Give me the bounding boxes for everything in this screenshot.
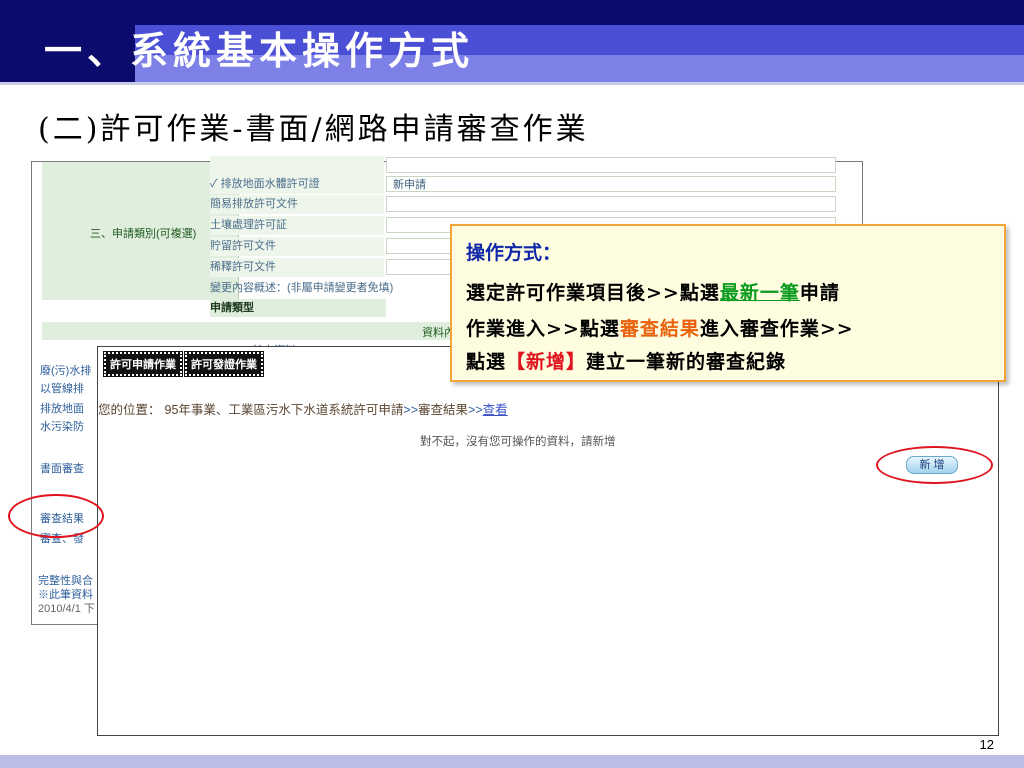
instruction-text: 申請 xyxy=(799,282,840,304)
tab-permit-issuance[interactable]: 許可發證作業 xyxy=(184,351,264,377)
form-row-key: 稀釋許可文件 xyxy=(210,258,384,277)
form-row-value[interactable] xyxy=(386,157,836,173)
instruction-line-1: 選定許可作業項目後>>點選最新一筆申請 xyxy=(466,278,840,305)
location-path: 95年事業、工業區污水下水道系統許可申請 xyxy=(164,403,404,417)
section-label: 三、申請類別(可複選) xyxy=(90,228,197,240)
tab-permit-application[interactable]: 許可申請作業 xyxy=(103,351,183,377)
instruction-line-3: 點選【新增】建立一筆新的審查紀錄 xyxy=(466,347,786,374)
form-row-value[interactable] xyxy=(386,196,836,212)
left-label: 排放地面 xyxy=(40,403,84,415)
instruction-box: 操作方式： 選定許可作業項目後>>點選最新一筆申請 作業進入>>點選審查結果進入… xyxy=(450,224,1006,382)
instruction-title: 操作方式： xyxy=(466,242,562,264)
left-label: 廢(污)水排 xyxy=(40,365,92,377)
highlight-review-result: 審查結果 xyxy=(619,318,700,340)
empty-message: 對不起，沒有您可操作的資料，請新增 xyxy=(420,436,616,448)
instruction-text: 進入審查作業>> xyxy=(699,318,854,340)
breadcrumb-separator: >> xyxy=(468,403,483,417)
tab-bar: 許可申請作業 許可發證作業 xyxy=(103,351,264,377)
form-row-value[interactable]: 新申請 xyxy=(386,176,836,192)
footer-line: 2010/4/1 下 xyxy=(38,603,95,615)
instruction-text: 選定許可作業項目後>>點選 xyxy=(466,282,720,304)
slide-title: 一、系統基本操作方式 xyxy=(44,28,475,73)
instruction-text: 作業進入>>點選 xyxy=(466,318,620,340)
highlight-oval-new xyxy=(876,446,993,484)
slide-subtitle: (二)許可作業-書面/網路申請審查作業 xyxy=(38,112,589,147)
location-label: 您的位置： xyxy=(98,403,161,417)
slide-footer-bar xyxy=(0,755,1024,768)
form-row-key: 簡易排放許可文件 xyxy=(210,195,384,214)
breadcrumb-separator: >> xyxy=(403,403,419,417)
instruction-line-2: 作業進入>>點選審查結果進入審查作業>> xyxy=(466,314,854,341)
form-row-key xyxy=(210,156,384,175)
left-label: 以管線排 xyxy=(40,383,84,395)
form-row-key: 土壤處理許可証 xyxy=(210,216,384,235)
form-row-key: 貯留許可文件 xyxy=(210,237,384,256)
left-label: 書面審查 xyxy=(40,463,84,475)
change-note: 變更內容概述：(非屬申請變更者免填) xyxy=(210,282,394,294)
breadcrumb-view-link[interactable]: 查看 xyxy=(483,403,508,417)
page-number: 12 xyxy=(979,737,994,752)
highlight-latest: 最新一筆 xyxy=(719,282,800,304)
apply-type-label: 申請類型 xyxy=(210,299,386,317)
left-label: 水污染防 xyxy=(40,421,84,433)
highlight-oval-review xyxy=(8,494,104,538)
front-window-screenshot: 許可申請作業 許可發證作業 您的位置： 95年事業、工業區污水下水道系統許可申請>… xyxy=(97,346,999,736)
header-divider xyxy=(0,82,1024,85)
highlight-new: 【新增】 xyxy=(506,351,587,373)
breadcrumb: 您的位置： 95年事業、工業區污水下水道系統許可申請>>審查結果>>查看 xyxy=(98,399,508,418)
instruction-text: 建立一筆新的審查紀錄 xyxy=(586,351,787,373)
instruction-text: 點選 xyxy=(466,351,507,373)
form-row-key: ✓ 排放地面水體許可證 xyxy=(210,175,384,194)
breadcrumb-review-result: 審查結果 xyxy=(418,403,469,417)
